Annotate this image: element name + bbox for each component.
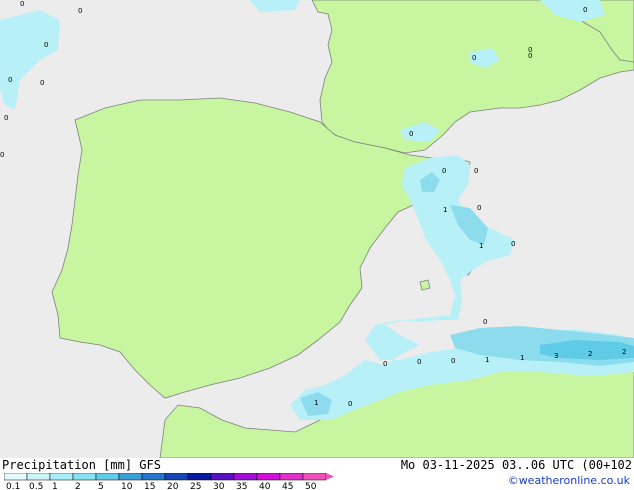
legend-tick-label: 45 — [282, 482, 293, 490]
value-label: 0 — [20, 0, 24, 8]
value-label: 1 — [314, 399, 318, 407]
value-label: 2 — [588, 350, 592, 358]
value-label: 0 — [417, 358, 421, 366]
valid-time: Mo 03-11-2025 03..06 UTC (00+102 — [400, 458, 632, 472]
legend-swatch — [4, 473, 28, 481]
value-label: 1 — [520, 354, 524, 362]
value-label: 3 — [554, 352, 558, 360]
precipitation-map: 0 0 0 0 0 0 0 0 0 0 0 0 0 0 1 0 1 0 0 0 … — [0, 0, 634, 459]
value-label: 1 — [485, 356, 489, 364]
map-title: Precipitation [mm] GFS — [2, 458, 161, 472]
legend-swatch — [95, 473, 120, 481]
value-label: 0 — [511, 240, 515, 248]
legend-swatch — [233, 473, 258, 481]
value-label: 1 — [479, 242, 483, 250]
legend-swatch — [164, 473, 189, 481]
legend-swatch — [72, 473, 97, 481]
legend-swatch — [49, 473, 74, 481]
footer: Precipitation [mm] GFS Mo 03-11-2025 03.… — [0, 458, 634, 490]
value-label: 0 — [8, 76, 12, 84]
legend-tick-label: 0.1 — [6, 482, 20, 490]
value-label: 0 — [0, 151, 4, 159]
legend-tick-label: 40 — [259, 482, 271, 490]
value-label: 0 — [40, 79, 44, 87]
value-label: 0 — [483, 318, 487, 326]
value-label: 0 — [451, 357, 455, 365]
legend-tick-label: 20 — [167, 482, 179, 490]
legend-swatch — [210, 473, 235, 481]
legend-tick-label: 35 — [236, 482, 247, 490]
legend-tick-label: 15 — [144, 482, 155, 490]
legend-swatch — [302, 473, 327, 481]
value-label: 2 — [622, 348, 626, 356]
value-label: 0 — [528, 52, 532, 60]
value-label: 0 — [348, 400, 352, 408]
value-label: 0 — [583, 6, 587, 14]
legend-swatch — [26, 473, 51, 481]
value-label: 0 — [78, 7, 82, 15]
value-label: 0 — [442, 167, 446, 175]
credit-link[interactable]: ©weatheronline.co.uk — [508, 474, 630, 487]
legend-colorbar: 0.1 0.5 1 2 5 10 15 20 25 30 35 40 45 50 — [4, 473, 334, 490]
value-label: 0 — [409, 130, 413, 138]
value-label: 0 — [383, 360, 387, 368]
legend-tick-label: 50 — [305, 482, 317, 490]
value-label: 1 — [443, 206, 447, 214]
legend-tick-label: 5 — [98, 482, 104, 490]
value-label: 0 — [477, 204, 481, 212]
legend-swatch — [187, 473, 212, 481]
legend-tick-label: 0.5 — [29, 482, 43, 490]
legend-tick-label: 25 — [190, 482, 201, 490]
value-label: 0 — [44, 41, 48, 49]
land-ibiza — [419, 279, 431, 291]
legend-swatch — [141, 473, 166, 481]
value-label: 0 — [4, 114, 8, 122]
legend-tick-label: 1 — [52, 482, 58, 490]
legend-tick-label: 30 — [213, 482, 225, 490]
legend-arrow — [326, 473, 334, 480]
legend-tick-label: 10 — [121, 482, 133, 490]
legend-swatch — [118, 473, 143, 481]
legend-tick-label: 2 — [75, 482, 81, 490]
value-label: 0 — [474, 167, 478, 175]
legend-swatch — [279, 473, 304, 481]
value-label: 0 — [472, 54, 476, 62]
legend-swatch — [256, 473, 281, 481]
